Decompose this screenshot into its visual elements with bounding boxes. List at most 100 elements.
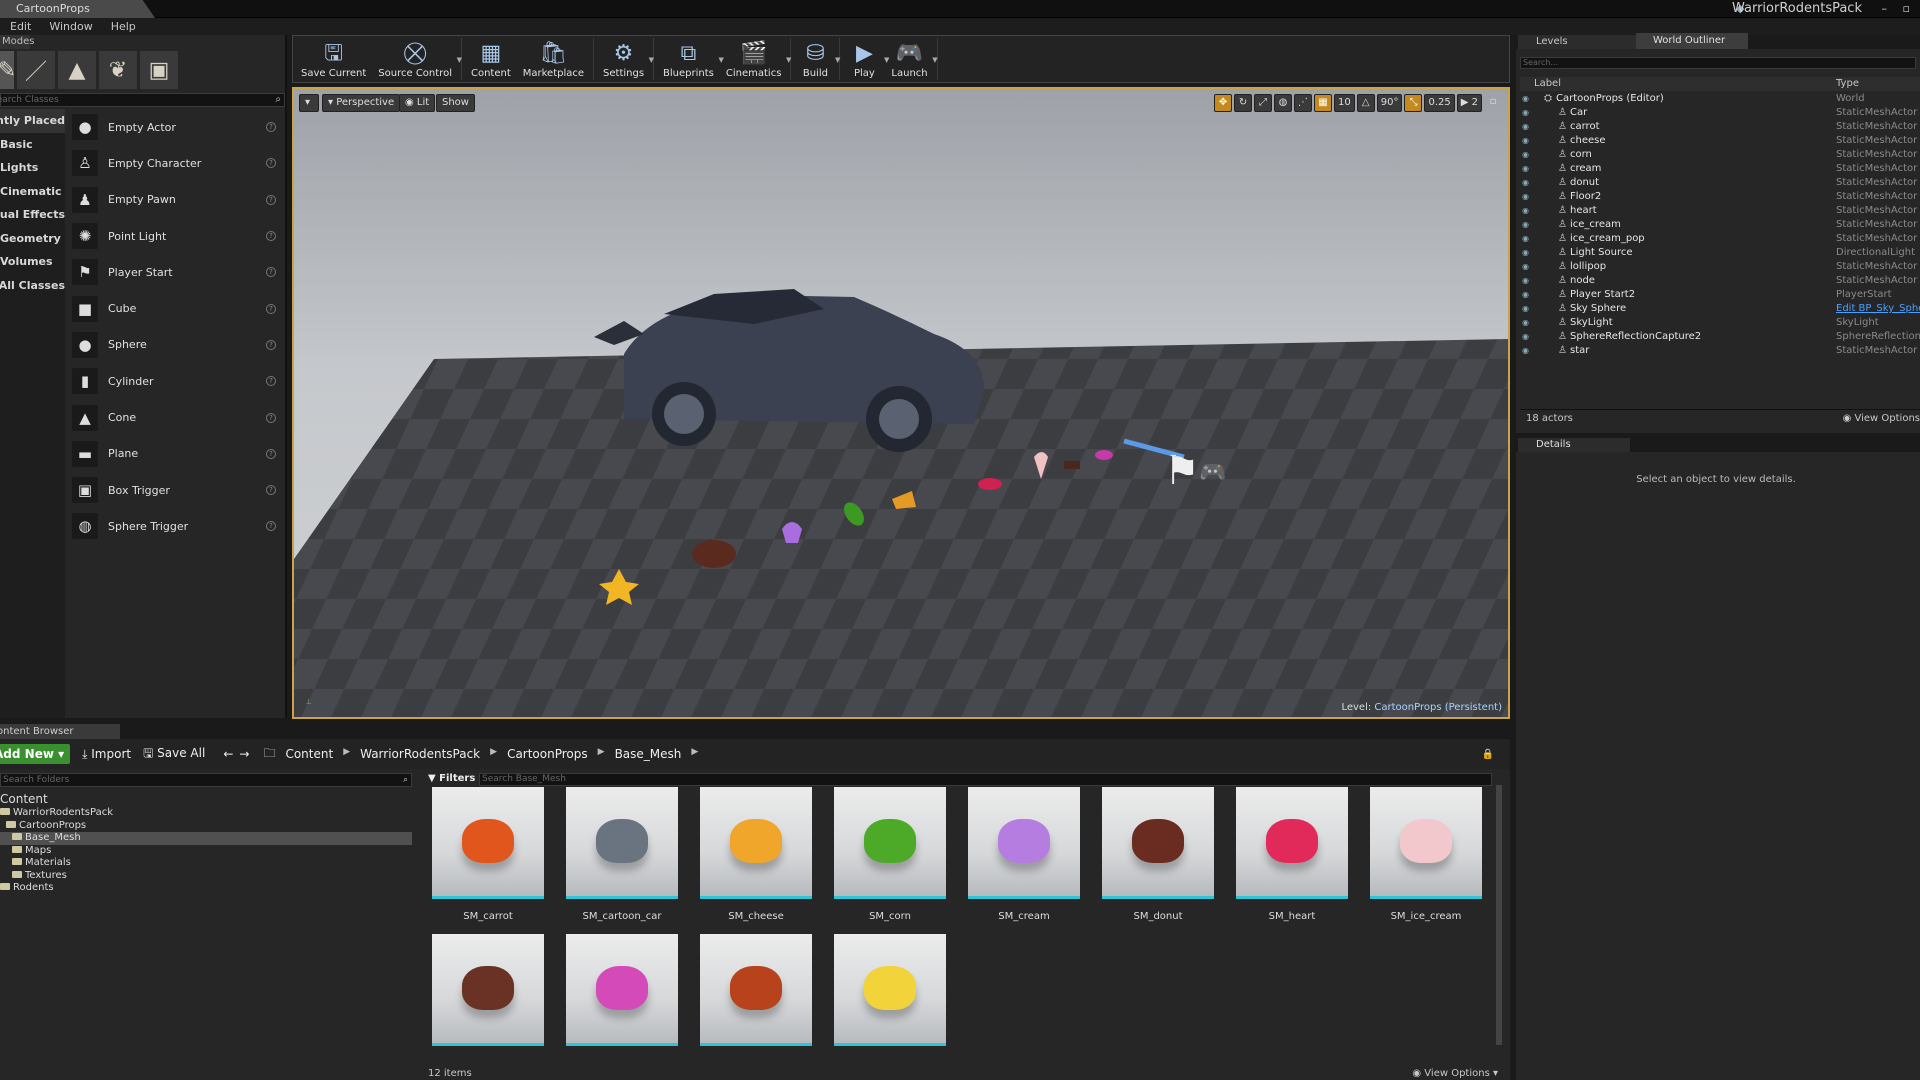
asset-tile[interactable] [834,934,946,1046]
visibility-eye-icon[interactable]: ◉ [1522,232,1529,246]
outliner-row[interactable]: ◉ ♙ star StaticMeshActor [1520,344,1920,358]
asset-view-options[interactable]: ◉ View Options ▾ [1412,1068,1498,1079]
content-button[interactable]: ▦ Content [465,40,517,82]
folder-tree-item[interactable]: Maps [0,845,412,858]
tab-details[interactable]: Details [1518,438,1630,452]
visibility-eye-icon[interactable]: ◉ [1522,260,1529,274]
cinematics-button[interactable]: 🎬 Cinematics ▼ [720,40,792,82]
help-icon[interactable]: ? [266,158,276,169]
paint-mode-icon[interactable]: ／ [17,51,55,89]
document-tab[interactable]: CartoonProps [0,0,155,18]
outliner-row[interactable]: ◉ ♙ cheese StaticMeshActor [1520,134,1920,148]
outliner-view-options[interactable]: ◉ View Options [1843,410,1920,428]
place-item[interactable]: ✺ Point Light? [68,218,284,254]
visibility-eye-icon[interactable]: ◉ [1522,218,1529,232]
folder-search-input[interactable]: Search Folders ⌕ [0,773,412,787]
place-category[interactable]: Visual Effects [0,203,65,227]
place-item[interactable]: ◍ Sphere Trigger? [68,508,284,544]
folder-tree-item[interactable]: WarriorRodentsPack [0,807,412,820]
camera-speed-button[interactable]: ▶ 2 [1456,94,1482,112]
help-icon[interactable]: ? [266,122,276,133]
asset-tile[interactable]: SM_heart [1236,787,1348,922]
add-new-button[interactable]: Add New ▾ [0,744,71,764]
help-icon[interactable]: ? [266,267,276,278]
place-category[interactable]: All Classes [0,274,65,298]
asset-tile[interactable]: SM_cream [968,787,1080,922]
folder-tree-item[interactable]: Base_Mesh [0,832,412,845]
build-button[interactable]: ⛁ Build ▼ [794,40,841,82]
asset-tile[interactable]: SM_corn [834,787,946,922]
source-control-button[interactable]: ⛒ Source Control ▼ [372,40,462,82]
help-icon[interactable]: ? [266,303,276,314]
tab-world-outliner[interactable]: World Outliner [1636,33,1748,49]
chevron-down-icon[interactable]: ▼ [932,56,937,64]
breadcrumb-separator-icon[interactable]: ▶ [343,747,350,761]
show-button[interactable]: Show [436,94,475,112]
save-current-button[interactable]: 🖫 Save Current [295,40,372,82]
perspective-button[interactable]: ▾ Perspective [322,94,401,112]
scene-render[interactable]: ⚑ 🎮 [294,89,1508,717]
settings-button[interactable]: ⚙ Settings ▼ [597,40,654,82]
folder-tree-item[interactable]: Rodents [0,882,412,895]
visibility-eye-icon[interactable]: ◉ [1522,344,1529,358]
surface-snap-icon[interactable]: ⋰ [1294,94,1313,112]
visibility-eye-icon[interactable]: ◉ [1522,288,1529,302]
asset-tile[interactable]: SM_carrot [432,787,544,922]
visibility-eye-icon[interactable]: ◉ [1522,92,1529,106]
asset-search-input[interactable]: Search Base_Mesh [479,773,1492,786]
place-category[interactable]: Cinematic [0,180,65,204]
geometry-mode-icon[interactable]: ▣ [140,51,178,89]
chevron-down-icon[interactable]: ▼ [786,56,791,64]
outliner-search-input[interactable]: Search... [1520,57,1916,69]
visibility-eye-icon[interactable]: ◉ [1522,134,1529,148]
grid-snap-value[interactable]: 10 [1334,94,1355,112]
breadcrumb-separator-icon[interactable]: ▶ [598,747,605,761]
outliner-row[interactable]: ◉ ♙Sky Sphere Edit BP_Sky_Sphere [1520,302,1920,316]
folder-tree-item[interactable]: CartoonProps [0,820,412,833]
visibility-eye-icon[interactable]: ◉ [1522,148,1529,162]
visibility-eye-icon[interactable]: ◉ [1522,274,1529,288]
outliner-row[interactable]: ◉ ♙ cream StaticMeshActor [1520,162,1920,176]
folder-tree-item[interactable]: Content [0,791,412,807]
viewport-options-dropdown[interactable]: ▾ [299,94,319,112]
rotation-snap-icon[interactable]: △ [1356,94,1375,112]
type-column-header[interactable]: Type [1836,77,1859,91]
help-icon[interactable]: ? [266,339,276,350]
place-item[interactable]: ▲ Cone? [68,399,284,435]
launch-button[interactable]: 🎮 Launch ▼ [885,40,937,82]
outliner-row[interactable]: ◉ ♙ node StaticMeshActor [1520,274,1920,288]
window-controls[interactable]: – ▫ [1882,0,1916,18]
outliner-row[interactable]: ◉ ♙ Car StaticMeshActor [1520,106,1920,120]
lit-button[interactable]: ◉ Lit [399,94,436,112]
play-button[interactable]: ▶ Play ▼ [843,40,889,82]
player-start-icon[interactable]: ⚑ [1164,448,1200,494]
asset-tile[interactable]: SM_cheese [700,787,812,922]
place-category[interactable]: Volumes [0,250,65,274]
outliner-row[interactable]: ◉ ♙ carrot StaticMeshActor [1520,120,1920,134]
help-icon[interactable]: ? [266,231,276,242]
maximize-viewport-icon[interactable]: ▫ [1484,94,1502,112]
rotation-snap-value[interactable]: 90° [1376,94,1403,112]
help-icon[interactable]: ? [266,412,276,423]
scale-snap-value[interactable]: 0.25 [1424,94,1455,112]
asset-tile[interactable]: SM_donut [1102,787,1214,922]
place-item[interactable]: ▬ Plane? [68,436,284,472]
translate-icon[interactable]: ✥ [1214,94,1233,112]
donut-actor[interactable] [692,540,736,568]
place-item[interactable]: ▣ Box Trigger? [68,472,284,508]
filters-button[interactable]: ▼ Filters ▾ [428,773,484,784]
tab-levels[interactable]: Levels [1518,35,1636,49]
place-category[interactable]: Recently Placed [0,109,65,133]
folder-tree-item[interactable]: Textures [0,870,412,883]
asset-tile[interactable] [566,934,678,1046]
outliner-row[interactable]: ◉ ♙ Light Source DirectionalLight [1520,246,1920,260]
landscape-mode-icon[interactable]: ▲ [58,51,96,89]
place-item[interactable]: ● Sphere? [68,327,284,363]
visibility-eye-icon[interactable]: ◉ [1522,176,1529,190]
help-icon[interactable]: ? [266,376,276,387]
folder-tree-item[interactable]: Materials [0,857,412,870]
rotate-icon[interactable]: ↻ [1234,94,1253,112]
lock-icon[interactable]: 🔒 [1482,749,1494,760]
breadcrumb-separator-icon[interactable]: ▶ [691,747,698,761]
asset-tile[interactable] [700,934,812,1046]
